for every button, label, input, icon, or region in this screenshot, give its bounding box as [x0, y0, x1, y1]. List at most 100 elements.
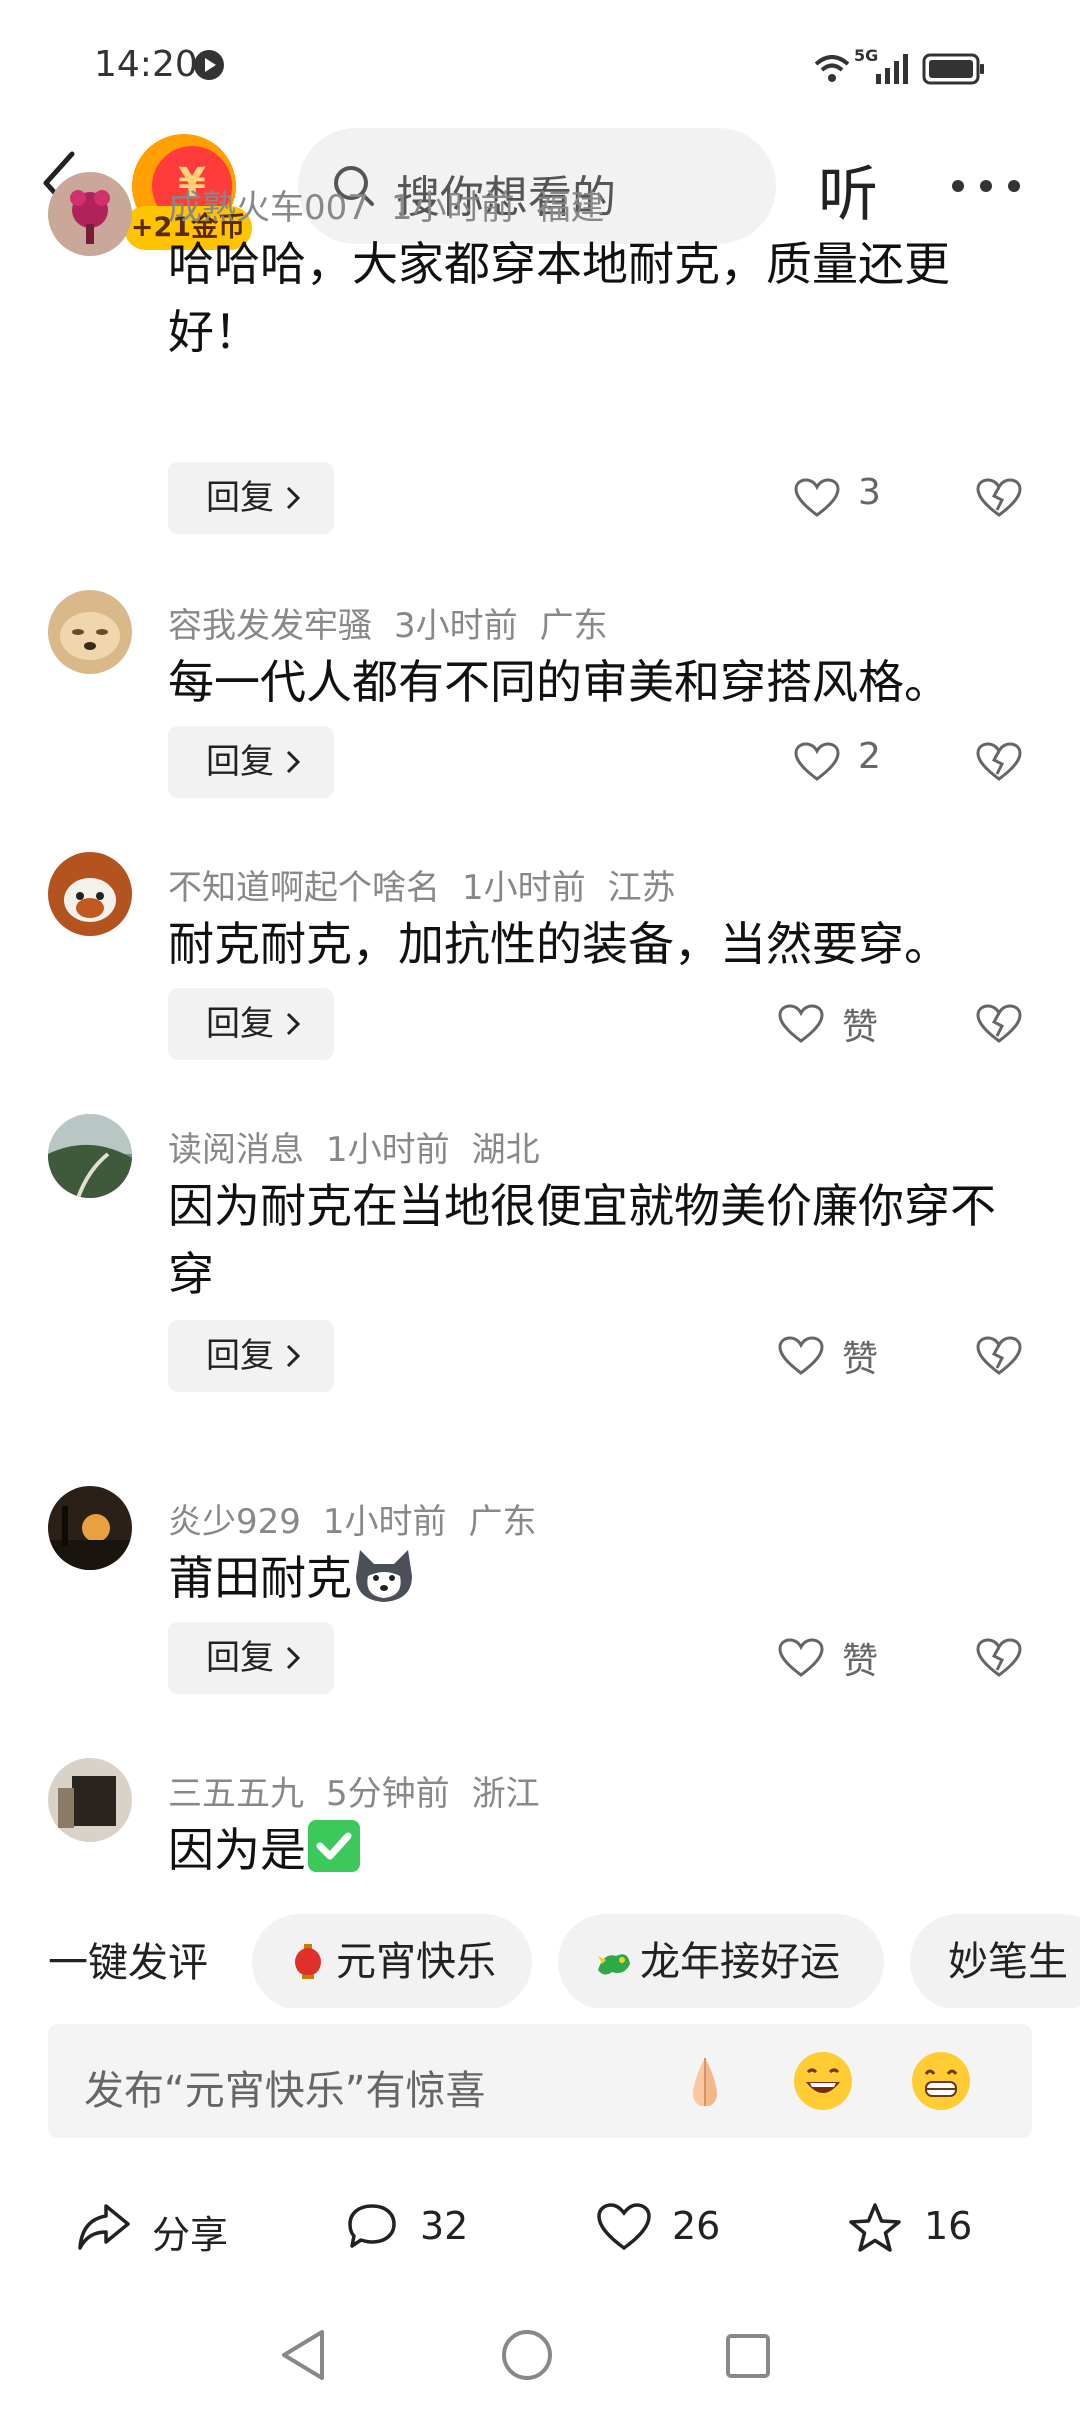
lantern-icon: [295, 1944, 321, 1979]
screen-record-icon: [194, 50, 224, 80]
like-button[interactable]: 赞: [778, 1320, 898, 1392]
username[interactable]: 读阅消息: [168, 1130, 304, 1170]
like-post-button[interactable]: 26: [596, 2180, 736, 2280]
username[interactable]: 不知道啊起个啥名: [168, 868, 440, 908]
like-button[interactable]: 赞: [778, 1622, 898, 1694]
heart-icon: [778, 1638, 824, 1677]
share-button[interactable]: 分享: [76, 2180, 246, 2280]
avatar[interactable]: [48, 1758, 132, 1842]
comment-time: 1小时前: [322, 1502, 447, 1542]
broken-heart-icon: [976, 742, 1022, 781]
reply-button[interactable]: 回复: [168, 1320, 334, 1392]
like-count: 赞: [842, 1007, 879, 1048]
heart-icon: [778, 1336, 824, 1375]
heart-icon: [794, 478, 840, 517]
chevron-right-icon: [286, 1012, 300, 1036]
broken-heart-icon: [976, 1004, 1022, 1043]
share-label: 分享: [152, 2213, 229, 2257]
comment-count-button[interactable]: 32: [346, 2180, 486, 2280]
broken-heart-icon: [976, 1638, 1022, 1677]
pray-emoji-icon[interactable]: [674, 2050, 736, 2112]
reply-label: 回复: [206, 478, 274, 518]
reply-button[interactable]: 回复: [168, 1622, 334, 1694]
dislike-button[interactable]: [976, 1622, 1022, 1694]
comment-location: 广东: [539, 606, 608, 646]
comment-text-body: 莆田耐克: [168, 1551, 352, 1605]
like-button[interactable]: 3: [794, 462, 894, 534]
comment-location: 福建: [536, 188, 605, 228]
comment-text: 哈哈哈，大家都穿本地耐克，质量还更好！: [168, 237, 950, 359]
quick-comment-chip[interactable]: 元宵快乐: [252, 1914, 532, 2008]
like-count: 2: [858, 736, 881, 777]
check-mark-emoji-icon: [308, 1820, 360, 1872]
like-count: 3: [858, 472, 881, 513]
system-navigation-bar: [0, 2300, 1080, 2412]
comment-location: 江苏: [607, 868, 676, 908]
comment-icon: [348, 2204, 396, 2248]
comment-meta: 成熟火车007 1小时前 福建: [168, 180, 627, 229]
dislike-button[interactable]: [976, 1320, 1022, 1392]
avatar[interactable]: [48, 1114, 132, 1198]
signal-icon: [876, 54, 908, 84]
like-button[interactable]: 2: [794, 726, 894, 798]
reply-button[interactable]: 回复: [168, 988, 334, 1060]
quick-comment-bar: 一键发评 元宵快乐 龙年接好运 妙笔生: [0, 1908, 1080, 2008]
avatar[interactable]: [48, 1486, 132, 1570]
avatar[interactable]: [48, 590, 132, 674]
favorite-count: 16: [924, 2204, 973, 2248]
heart-icon: [597, 2203, 651, 2251]
chip-label: 元宵快乐: [336, 1939, 496, 1985]
dragon-icon: [598, 1954, 630, 1975]
username[interactable]: 炎少929: [168, 1502, 301, 1542]
avatar[interactable]: [48, 172, 132, 256]
nav-back-icon[interactable]: [278, 2328, 328, 2382]
nav-home-icon[interactable]: [500, 2328, 554, 2382]
chevron-right-icon: [286, 750, 300, 774]
share-icon: [78, 2204, 130, 2250]
chevron-right-icon: [286, 1646, 300, 1670]
quick-comment-label: 一键发评: [48, 1940, 208, 1986]
comment-time: 3小时前: [394, 606, 518, 646]
like-count: 赞: [842, 1339, 879, 1380]
laughing-emoji-icon[interactable]: [792, 2050, 854, 2112]
comment-location: 浙江: [471, 1774, 540, 1814]
nav-recents-icon[interactable]: [724, 2332, 772, 2380]
reply-button[interactable]: 回复: [168, 462, 334, 534]
listen-button[interactable]: 听: [818, 146, 878, 233]
comment-input[interactable]: 发布“元宵快乐”有惊喜: [48, 2024, 1032, 2138]
dislike-button[interactable]: [976, 462, 1022, 534]
comment-text: 耐克耐克，加抗性的装备，当然要穿。: [168, 917, 950, 971]
like-button[interactable]: 赞: [778, 988, 898, 1060]
comment-input-placeholder: 发布“元宵快乐”有惊喜: [84, 2068, 486, 2114]
status-time: 14:20: [94, 44, 198, 85]
username[interactable]: 容我发发牢骚: [168, 606, 372, 646]
comment-text-body: 因为是: [168, 1823, 306, 1877]
reply-label: 回复: [206, 1004, 274, 1044]
comment-time: 1小时前: [390, 188, 515, 228]
more-button[interactable]: [948, 180, 1028, 194]
status-bar: 14:20 5G: [0, 0, 1080, 120]
battery-icon: [922, 53, 984, 85]
comment-text: 莆田耐克: [168, 1544, 1038, 1612]
comment-text: 因为是: [168, 1816, 1038, 1884]
username[interactable]: 三五五九: [168, 1774, 304, 1814]
comment-time: 1小时前: [462, 868, 586, 908]
grinning-emoji-icon[interactable]: [910, 2050, 972, 2112]
dislike-button[interactable]: [976, 988, 1022, 1060]
quick-comment-chip[interactable]: 龙年接好运: [558, 1914, 884, 2008]
like-count-total: 26: [672, 2204, 721, 2248]
like-count: 赞: [842, 1641, 879, 1682]
chip-label: 龙年接好运: [640, 1939, 840, 1985]
avatar[interactable]: [48, 852, 132, 936]
chevron-right-icon: [286, 1344, 300, 1368]
username[interactable]: 成熟火车007: [168, 188, 369, 228]
broken-heart-icon: [976, 1336, 1022, 1375]
dislike-button[interactable]: [976, 726, 1022, 798]
favorite-button[interactable]: 16: [848, 2180, 988, 2280]
comment-time: 5分钟前: [326, 1774, 450, 1814]
reply-label: 回复: [206, 742, 274, 782]
quick-comment-chip[interactable]: 妙笔生: [910, 1914, 1080, 2008]
reply-button[interactable]: 回复: [168, 726, 334, 798]
chip-label: 妙笔生: [948, 1939, 1068, 1985]
chevron-right-icon: [286, 486, 300, 510]
